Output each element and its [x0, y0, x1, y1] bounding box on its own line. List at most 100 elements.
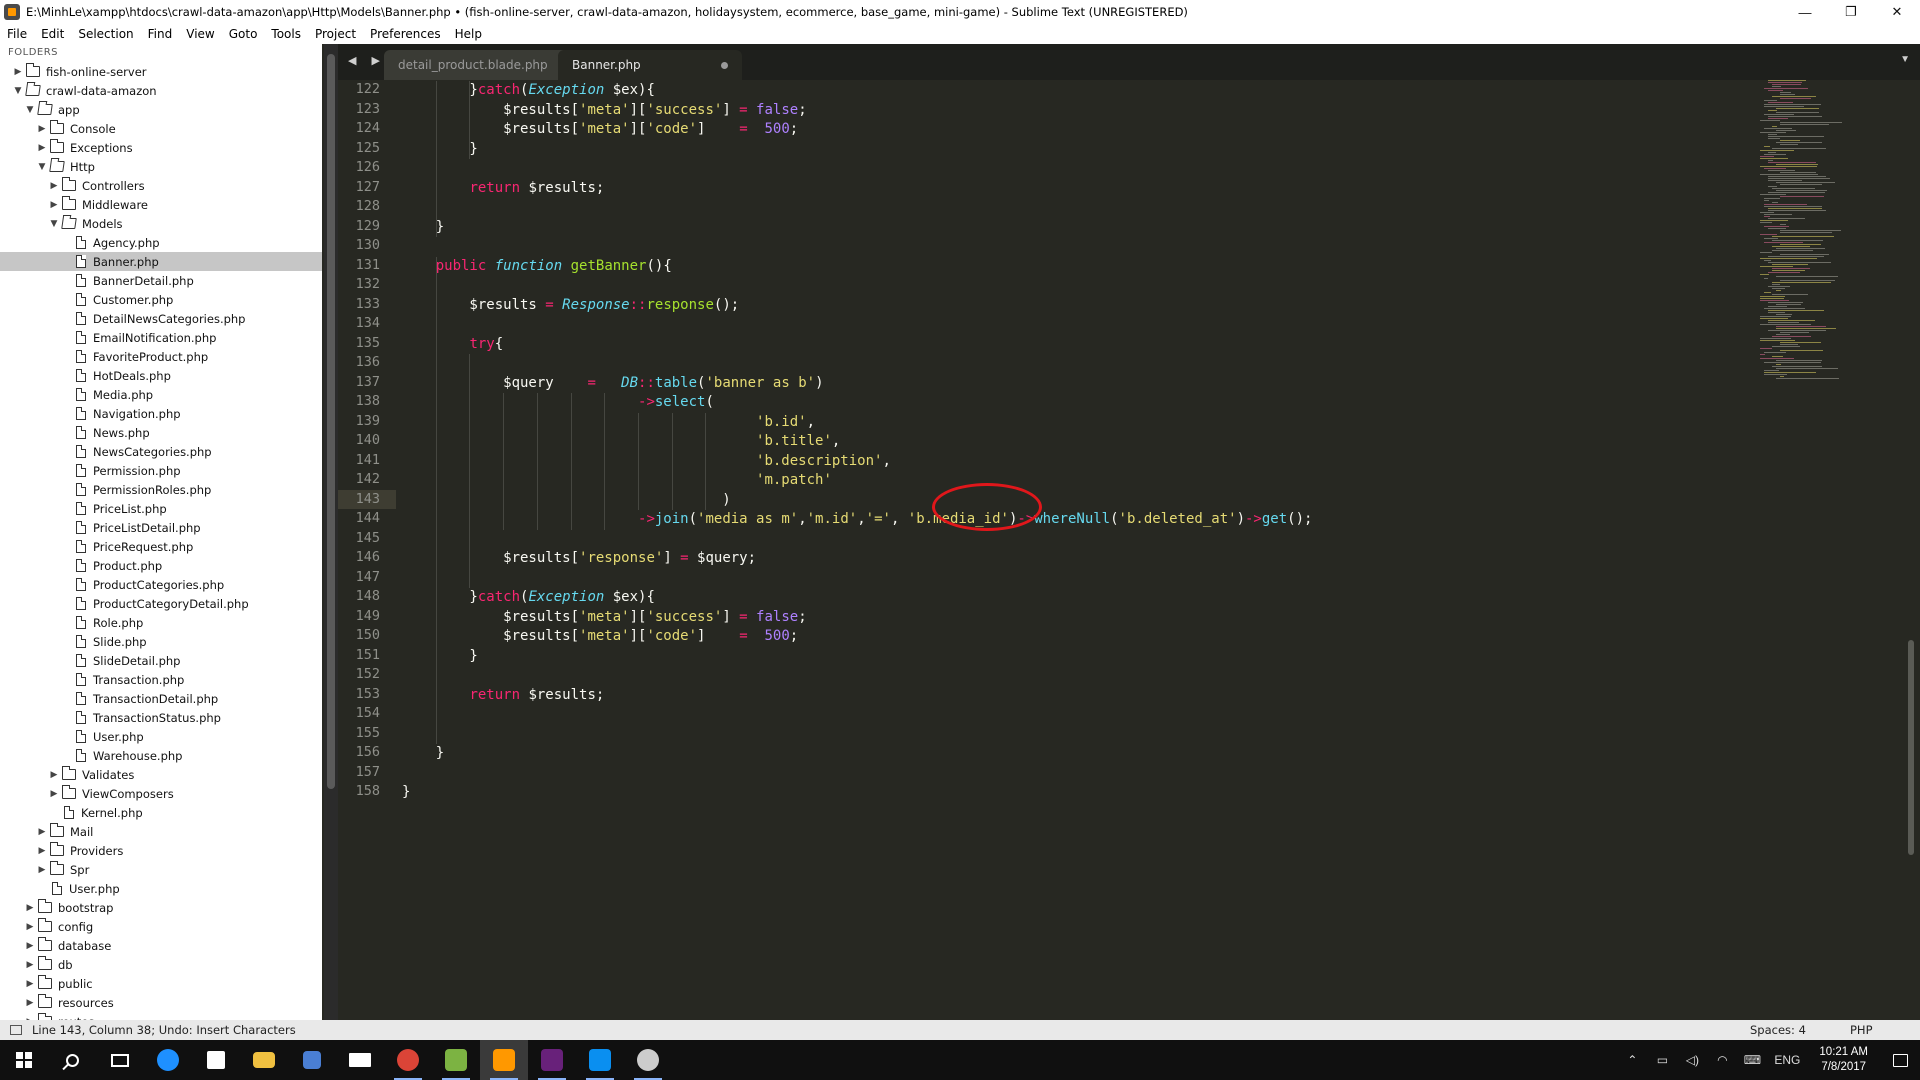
sidebar-scroll-thumb[interactable]	[327, 54, 335, 789]
tab-dropdown-icon[interactable]: ▼	[1900, 54, 1910, 65]
code-line[interactable]: public function getBanner(){	[402, 257, 672, 276]
unsaved-dot-icon[interactable]	[720, 61, 728, 69]
code-line[interactable]: }	[402, 647, 477, 666]
code-editor[interactable]: 122 123 124 125 126 127 128 129 130 131 132 133 134 1…	[338, 80, 1920, 1020]
collapsed-arrow-icon[interactable]: ▶	[48, 181, 60, 191]
tree-file[interactable]: PermissionRoles.php	[0, 480, 322, 499]
tree-file[interactable]: PriceRequest.php	[0, 537, 322, 556]
tree-folder[interactable]: ▶routes	[0, 1012, 322, 1020]
collapsed-arrow-icon[interactable]: ▶	[48, 789, 60, 799]
collapsed-arrow-icon[interactable]: ▶	[24, 998, 36, 1008]
mail-icon[interactable]	[336, 1040, 384, 1080]
show-hidden-icons-icon[interactable]: ⌃	[1617, 1053, 1647, 1067]
code-line[interactable]: ->join('media as m','m.id','=', 'b.media…	[402, 510, 1312, 529]
clock[interactable]: 10:21 AM 7/8/2017	[1807, 1045, 1880, 1075]
tree-file[interactable]: PriceList.php	[0, 499, 322, 518]
code-line[interactable]: }	[402, 140, 477, 159]
collapsed-arrow-icon[interactable]: ▶	[24, 979, 36, 989]
tree-file[interactable]: User.php	[0, 879, 322, 898]
menu-edit[interactable]: Edit	[34, 27, 71, 41]
tree-file[interactable]: PriceListDetail.php	[0, 518, 322, 537]
code-line[interactable]: )	[402, 491, 730, 510]
tree-folder[interactable]: ▼ app	[0, 100, 322, 119]
editor-scroll-thumb[interactable]	[1908, 640, 1914, 855]
collapsed-arrow-icon[interactable]: ▶	[36, 124, 48, 134]
tree-folder[interactable]: ▼ Models	[0, 214, 322, 233]
collapsed-arrow-icon[interactable]: ▶	[36, 143, 48, 153]
code-line[interactable]: }	[402, 783, 410, 802]
language-indicator[interactable]: ENG	[1767, 1053, 1807, 1067]
code-line[interactable]: $results['meta']['success'] = false;	[402, 608, 807, 627]
menu-project[interactable]: Project	[308, 27, 363, 41]
tree-file[interactable]: ProductCategoryDetail.php	[0, 594, 322, 613]
file-explorer-icon[interactable]	[240, 1040, 288, 1080]
menu-selection[interactable]: Selection	[71, 27, 140, 41]
tree-folder[interactable]: ▶ Providers	[0, 841, 322, 860]
tree-folder[interactable]: ▶ bootstrap	[0, 898, 322, 917]
tab-banner[interactable]: Banner.php	[558, 50, 742, 80]
code-line[interactable]: 'b.title',	[402, 432, 840, 451]
code-line[interactable]: ->select(	[402, 393, 714, 412]
tree-file[interactable]: DetailNewsCategories.php	[0, 309, 322, 328]
status-indentation[interactable]: Spaces: 4	[1750, 1023, 1850, 1037]
code-line[interactable]: }catch(Exception $ex){	[402, 588, 654, 607]
sublime-text-icon[interactable]	[480, 1040, 528, 1080]
store-icon[interactable]	[192, 1040, 240, 1080]
tree-file[interactable]: Customer.php	[0, 290, 322, 309]
collapsed-arrow-icon[interactable]: ▶	[36, 827, 48, 837]
tree-folder[interactable]: ▶ db	[0, 955, 322, 974]
tree-file[interactable]: NewsCategories.php	[0, 442, 322, 461]
search-icon[interactable]	[48, 1040, 96, 1080]
tree-file[interactable]: News.php	[0, 423, 322, 442]
keyboard-icon[interactable]: ⌨	[1737, 1053, 1767, 1067]
tree-file[interactable]: User.php	[0, 727, 322, 746]
tree-folder[interactable]: ▼ Http	[0, 157, 322, 176]
tree-file[interactable]: Slide.php	[0, 632, 322, 651]
tree-file[interactable]: Media.php	[0, 385, 322, 404]
tree-folder[interactable]: ▶ Validates	[0, 765, 322, 784]
task-view-icon[interactable]	[96, 1040, 144, 1080]
menu-find[interactable]: Find	[141, 27, 180, 41]
tree-folder[interactable]: ▶ Spr	[0, 860, 322, 879]
wifi-icon[interactable]: ◠	[1707, 1053, 1737, 1067]
tree-file[interactable]: TransactionStatus.php	[0, 708, 322, 727]
code-line[interactable]: }catch(Exception $ex){	[402, 81, 654, 100]
menu-preferences[interactable]: Preferences	[363, 27, 448, 41]
action-center-icon[interactable]	[1880, 1040, 1920, 1080]
tree-file[interactable]: Permission.php	[0, 461, 322, 480]
code-line[interactable]: $results = Response::response();	[402, 296, 739, 315]
code-line[interactable]: $results['meta']['success'] = false;	[402, 101, 807, 120]
zalo-icon[interactable]	[576, 1040, 624, 1080]
tree-folder[interactable]: ▶ Console	[0, 119, 322, 138]
menu-goto[interactable]: Goto	[222, 27, 265, 41]
tree-folder[interactable]: ▶ ViewComposers	[0, 784, 322, 803]
paint-icon[interactable]	[624, 1040, 672, 1080]
tree-file[interactable]: TransactionDetail.php	[0, 689, 322, 708]
code-line[interactable]: $results['meta']['code'] = 500;	[402, 120, 798, 139]
network-tool-icon[interactable]	[288, 1040, 336, 1080]
collapsed-arrow-icon[interactable]: ▶	[24, 960, 36, 970]
tree-file[interactable]: EmailNotification.php	[0, 328, 322, 347]
tree-folder[interactable]: ▶ Mail	[0, 822, 322, 841]
collapsed-arrow-icon[interactable]: ▶	[48, 200, 60, 210]
restore-button[interactable]: ❐	[1828, 0, 1874, 24]
menu-tools[interactable]: Tools	[264, 27, 308, 41]
collapsed-arrow-icon[interactable]: ▶	[24, 941, 36, 951]
tree-folder[interactable]: ▶ public	[0, 974, 322, 993]
expanded-arrow-icon[interactable]: ▼	[48, 219, 60, 229]
sidebar-scrollbar[interactable]	[324, 44, 338, 1020]
collapsed-arrow-icon[interactable]: ▶	[12, 67, 24, 77]
tree-file[interactable]: Agency.php	[0, 233, 322, 252]
code-line[interactable]: try{	[402, 335, 503, 354]
battery-icon[interactable]: ▭	[1647, 1053, 1677, 1067]
tree-file[interactable]: Banner.php	[0, 252, 322, 271]
expanded-arrow-icon[interactable]: ▼	[36, 162, 48, 172]
minimap[interactable]	[1760, 80, 1900, 400]
collapsed-arrow-icon[interactable]: ▶	[24, 922, 36, 932]
collapsed-arrow-icon[interactable]: ▶	[36, 865, 48, 875]
start-icon[interactable]	[0, 1040, 48, 1080]
tree-file[interactable]: Navigation.php	[0, 404, 322, 423]
tree-folder[interactable]: ▶ config	[0, 917, 322, 936]
tree-file[interactable]: Kernel.php	[0, 803, 322, 822]
tree-file[interactable]: Warehouse.php	[0, 746, 322, 765]
